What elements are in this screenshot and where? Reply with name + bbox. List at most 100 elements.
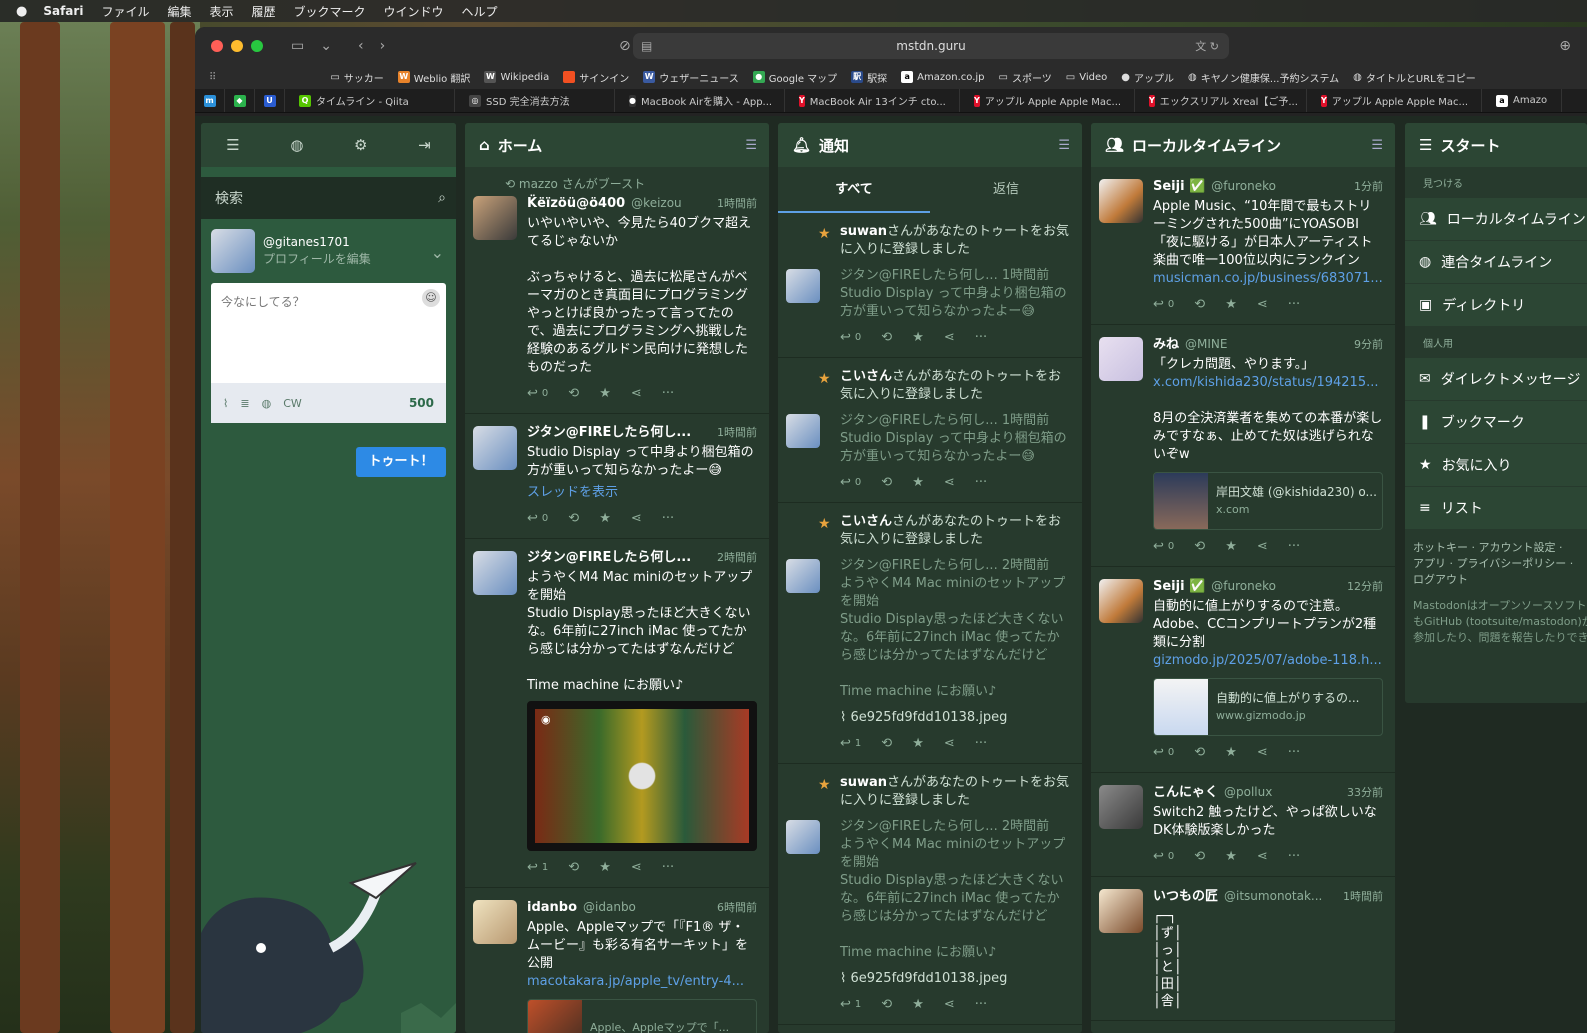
timestamp[interactable]: 12分前 [1347, 578, 1383, 596]
edit-profile-link[interactable]: プロフィールを編集 [263, 251, 371, 268]
close-button[interactable] [211, 40, 223, 52]
bookmark-item[interactable]: W Wikipedia [484, 71, 549, 83]
star-icon[interactable]: ★ [912, 474, 924, 492]
status[interactable]: いつもの匠 @itsumonotak... 1時間前 ┌─┐ │ず│ │っ│ │と│… [1091, 877, 1395, 1021]
avatar[interactable] [473, 551, 517, 595]
more-icon[interactable]: ··· [975, 996, 987, 1014]
avatar[interactable] [1099, 179, 1143, 223]
more-icon[interactable]: ··· [1288, 296, 1300, 314]
timestamp[interactable]: 33分前 [1347, 784, 1383, 802]
cw-button[interactable]: CW [283, 397, 302, 410]
avatar[interactable] [1099, 785, 1143, 829]
reply-icon[interactable]: ↩ 0 [1153, 296, 1174, 314]
tab-apple-mac-2[interactable]: Y アップル Apple Apple Mac... [1307, 89, 1482, 112]
reply-icon[interactable]: ↩ 0 [1153, 744, 1174, 762]
minimize-button[interactable] [231, 40, 243, 52]
display-name[interactable]: ジタン@FIREしたら何し... [840, 558, 998, 573]
emoji-icon[interactable]: ☺ [422, 289, 440, 307]
bookmark-item[interactable]: ◍ タイトルとURLをコピー [1353, 70, 1476, 85]
share-icon[interactable]: ⋖ [944, 996, 955, 1014]
share-icon[interactable]: ⋖ [631, 510, 642, 528]
nav-federated-timeline[interactable]: ◍ 連合タイムライン [1405, 241, 1587, 284]
share-icon[interactable]: ⋖ [944, 329, 955, 347]
attachment-link[interactable]: 6e925fd9fdd10138.jpeg [851, 971, 1008, 986]
show-thread-link[interactable]: スレッドを表示 [527, 484, 757, 502]
notification-item[interactable]: ★ こいさんさんがあなたのトゥートをお気に入りに登録しました ジタン@FIREし… [778, 358, 1082, 503]
downloads-icon[interactable]: ⊕ [1559, 38, 1571, 54]
menu-icon[interactable]: ☰ [226, 136, 239, 154]
menu-history[interactable]: 履歴 [251, 3, 275, 20]
account-name[interactable]: @keizou [631, 194, 681, 212]
gear-icon[interactable]: ⚙ [354, 136, 367, 154]
tab-macbook-buy[interactable]: ● MacBook Airを購入 - App... [615, 89, 785, 112]
menu-file[interactable]: ファイル [101, 3, 149, 20]
share-icon[interactable]: ⋖ [1257, 744, 1268, 762]
notifier-name[interactable]: こいさん [840, 514, 892, 529]
boost-icon[interactable]: ⟲ [1194, 744, 1205, 762]
globe-icon[interactable]: ◍ [262, 397, 272, 410]
timestamp[interactable]: 1時間前 [1002, 268, 1049, 283]
bookmark-item[interactable]: サインイン [563, 70, 629, 85]
reply-icon[interactable]: ↩ 0 [1153, 848, 1174, 866]
logout-link[interactable]: ログアウト [1413, 572, 1579, 588]
more-icon[interactable]: ··· [662, 859, 674, 877]
grid-icon[interactable]: ⠿ [209, 72, 216, 83]
notification-item[interactable]: ★ こいさんさんがあなたのトゥートをお気に入りに登録しました ジタン@FIREし… [778, 503, 1082, 764]
tab-ssd[interactable]: ◎ SSD 完全消去方法 [455, 89, 615, 112]
boost-icon[interactable]: ⟲ [881, 329, 892, 347]
account-name[interactable]: @itsumonotak... [1224, 887, 1322, 905]
star-icon[interactable]: ★ [912, 329, 924, 347]
more-icon[interactable]: ··· [662, 510, 674, 528]
display-name[interactable]: いつもの匠 [1153, 888, 1218, 906]
footer-links[interactable]: アプリ · プライバシーポリシー · [1413, 556, 1579, 572]
status-link[interactable]: macotakara.jp/apple_tv/entry-4... [527, 973, 757, 991]
share-icon[interactable]: ⋖ [1257, 296, 1268, 314]
reply-icon[interactable]: ↩ 1 [527, 859, 548, 877]
star-icon[interactable]: ★ [599, 859, 611, 877]
bookmark-item[interactable]: W Weblio 翻訳 [397, 70, 470, 85]
star-icon[interactable]: ★ [1225, 744, 1237, 762]
timestamp[interactable]: 2時間前 [717, 549, 757, 567]
attach-icon[interactable]: ⌇ [223, 397, 228, 410]
avatar[interactable] [473, 900, 517, 944]
share-icon[interactable]: ⋖ [631, 385, 642, 403]
column-header[interactable]: ☰ スタート [1405, 123, 1587, 167]
chevron-down-icon[interactable]: ⌄ [320, 38, 332, 54]
account-name[interactable]: @MINE [1185, 335, 1227, 353]
display-name[interactable]: Seiji ✅ [1153, 578, 1205, 596]
settings-icon[interactable]: ☰ [1371, 138, 1383, 153]
link-card[interactable]: 自動的に値上がりするの... www.gizmodo.jp [1153, 678, 1383, 736]
menu-bookmarks[interactable]: ブックマーク [294, 3, 366, 20]
boost-icon[interactable]: ⟲ [1194, 296, 1205, 314]
boost-icon[interactable]: ⟲ [568, 510, 579, 528]
star-icon[interactable]: ★ [1225, 848, 1237, 866]
status[interactable]: こんにゃく @pollux 33分前 Switch2 触ったけど、やっぱ欲しいな D… [1091, 773, 1395, 877]
apple-menu-icon[interactable]: ● [16, 4, 27, 19]
more-icon[interactable]: ··· [1288, 848, 1300, 866]
reply-icon[interactable]: ↩ 1 [840, 996, 861, 1014]
share-icon[interactable]: ⋖ [944, 474, 955, 492]
settings-icon[interactable]: ☰ [1058, 138, 1070, 153]
account-name[interactable]: @furoneko [1211, 577, 1276, 595]
nav-favourites[interactable]: ★ お気に入り [1405, 444, 1587, 487]
chevron-down-icon[interactable]: ⌄ [431, 243, 444, 262]
share-icon[interactable]: ⋖ [1257, 848, 1268, 866]
display-name[interactable]: ジタン@FIREしたら何し... [840, 819, 998, 834]
more-icon[interactable]: ··· [975, 329, 987, 347]
star-icon[interactable]: ★ [599, 510, 611, 528]
more-icon[interactable]: ··· [1288, 538, 1300, 556]
boost-icon[interactable]: ⟲ [881, 474, 892, 492]
boost-icon[interactable]: ⟲ [881, 996, 892, 1014]
star-icon[interactable]: ★ [1225, 538, 1237, 556]
bookmark-item[interactable]: ● アップル [1121, 70, 1174, 85]
notifier-name[interactable]: こいさん [840, 369, 892, 384]
column-header[interactable]: 👥︎ ローカルタイムライン ☰ [1091, 123, 1395, 167]
display-name[interactable]: ジタン@FIREしたら何し... [840, 413, 998, 428]
share-icon[interactable]: ⋖ [631, 859, 642, 877]
back-button[interactable]: ‹ [358, 38, 364, 54]
search-input[interactable]: 検索 ⌕ [201, 177, 456, 219]
timestamp[interactable]: 9分前 [1354, 336, 1383, 354]
compose-box[interactable]: 今なにしてる？ ☺ ⌇ ≣ ◍ CW 500 [211, 283, 446, 423]
boost-icon[interactable]: ⟲ [568, 385, 579, 403]
column-header[interactable]: ⌂ ホーム ☰ [465, 123, 769, 167]
